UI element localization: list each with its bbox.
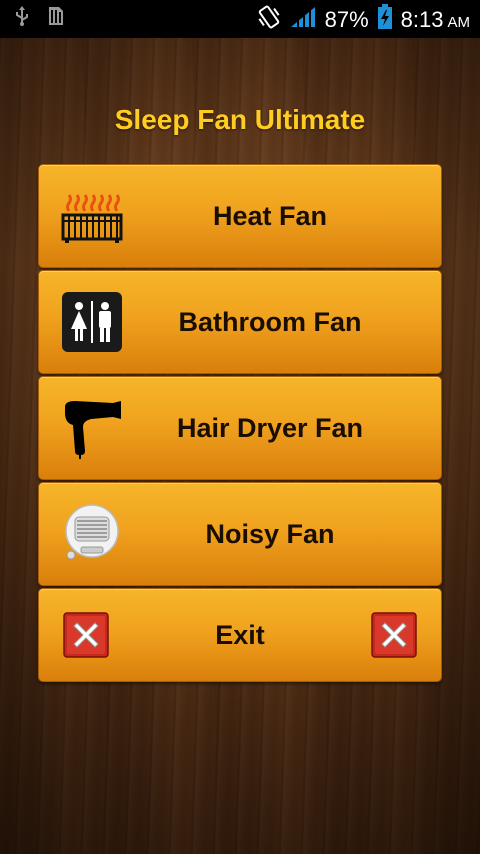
exit-button[interactable]: Exit <box>38 588 442 682</box>
heat-fan-label: Heat Fan <box>212 200 328 231</box>
clock-ampm: AM <box>447 13 471 31</box>
close-icon <box>371 612 417 658</box>
app-title: Sleep Fan Ultimate <box>114 104 366 135</box>
heat-fan-button[interactable]: Heat Fan <box>38 164 442 268</box>
signal-icon <box>289 5 317 35</box>
noisy-fan-label: Noisy Fan <box>205 518 335 549</box>
vibrate-icon <box>257 4 281 36</box>
noisy-fan-button[interactable]: Noisy Fan <box>38 482 442 586</box>
status-right: 87% 8:13 AM <box>257 4 470 36</box>
hair-dryer-fan-label: Hair Dryer Fan <box>176 412 364 443</box>
status-left-icons <box>14 6 64 26</box>
clock-time: 8:13 <box>400 7 444 32</box>
sim-card-icon <box>48 6 64 26</box>
status-bar: 87% 8:13 AM <box>0 0 480 38</box>
battery-charging-icon <box>377 4 393 36</box>
battery-percent: 87% <box>324 7 369 32</box>
usb-icon <box>14 6 30 26</box>
hair-dryer-fan-button[interactable]: Hair Dryer Fan <box>38 376 442 480</box>
bathroom-fan-label: Bathroom Fan <box>178 306 362 337</box>
bathroom-fan-button[interactable]: Bathroom Fan <box>38 270 442 374</box>
